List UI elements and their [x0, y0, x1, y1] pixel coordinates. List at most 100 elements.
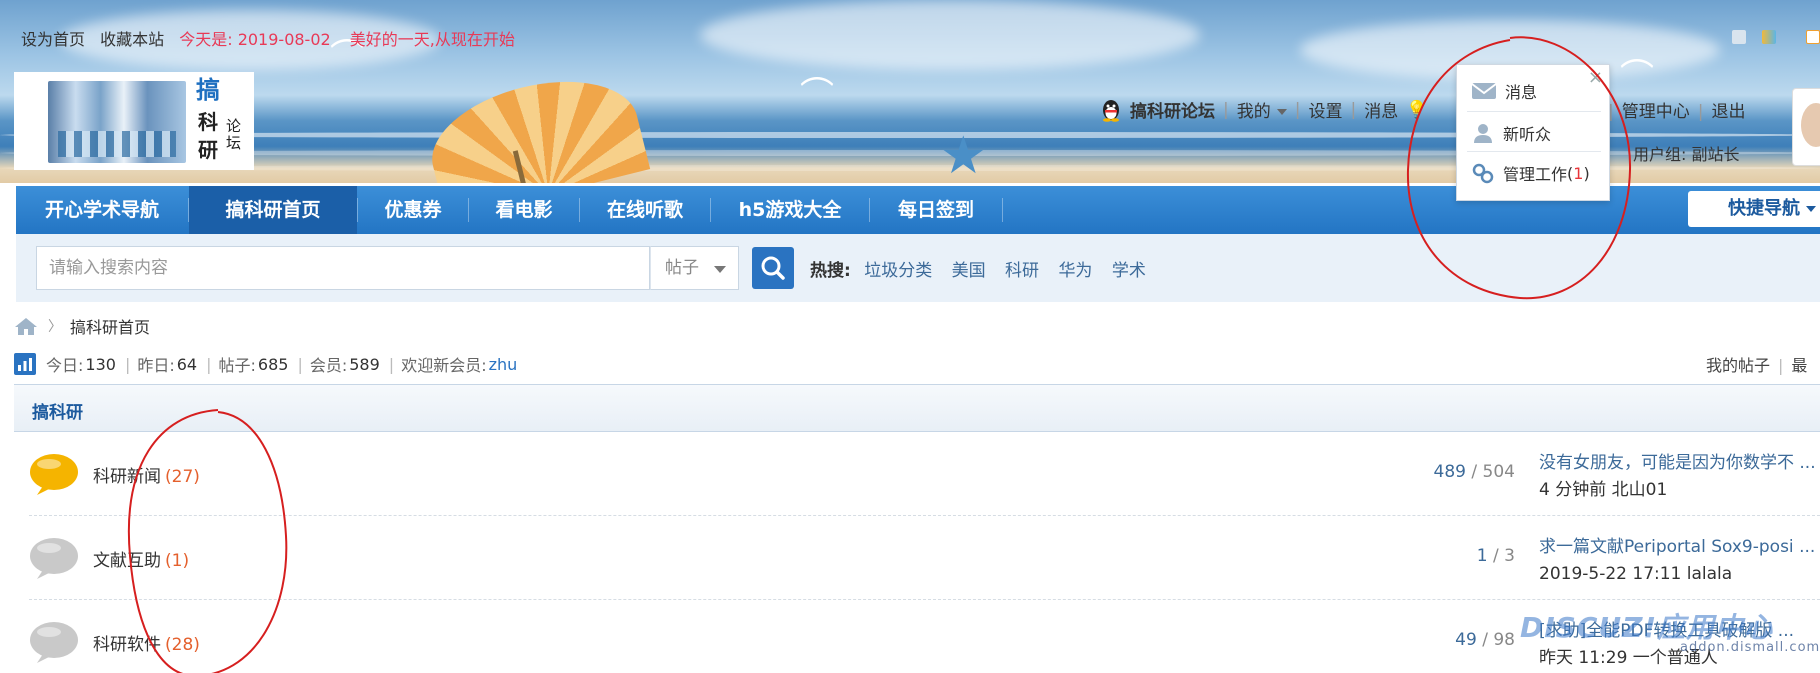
chevron-down-icon — [1276, 109, 1287, 115]
watermark-url: addon.dismall.com — [1680, 640, 1820, 655]
logo-photo — [48, 81, 186, 163]
logo-char: 搞 — [196, 76, 220, 104]
logo-char: 论坛 — [226, 117, 242, 153]
forum-name: 文献互助 — [93, 551, 161, 571]
popup-item-messages[interactable]: 消息 — [1457, 73, 1611, 109]
username-link[interactable]: 搞科研论坛 — [1130, 97, 1215, 122]
admin-center-link[interactable]: 管理中心 — [1622, 102, 1690, 122]
home-icon[interactable] — [14, 316, 38, 336]
forum-today-count: (1) — [165, 551, 190, 571]
forum-counts: 489 / 504 — [1433, 462, 1515, 482]
stat-posts: 685 — [257, 354, 289, 374]
hot-term[interactable]: 华为 — [1058, 261, 1092, 281]
newest-member-link[interactable]: zhu — [489, 355, 518, 374]
last-post-link[interactable]: 没有女朋友，可能是因为你数学不 ... — [1539, 450, 1816, 477]
admin-task-count: 1 — [1573, 163, 1584, 183]
site-logo[interactable]: 搞 科 研 论坛 — [14, 72, 254, 170]
hot-search-label: 热搜: — [810, 261, 851, 281]
seagull-icon: ⌒ — [800, 75, 834, 115]
hot-term[interactable]: 美国 — [952, 261, 986, 281]
search-icon — [761, 256, 785, 280]
qq-penguin-icon — [1103, 99, 1119, 122]
popup-item-followers[interactable]: 新听众 — [1457, 115, 1611, 151]
forum-name-link[interactable]: 科研软件 (28) — [93, 630, 200, 655]
stat-members: 589 — [349, 354, 380, 374]
latest-link[interactable]: 最 — [1791, 356, 1807, 375]
stat-today: 130 — [85, 354, 116, 374]
forum-name-link[interactable]: 科研新闻 (27) — [93, 462, 200, 487]
quick-nav-button[interactable]: 快捷导航 — [1688, 191, 1820, 227]
starfish-decoration: ★ — [940, 126, 987, 183]
section-title[interactable]: 搞科研 — [32, 398, 83, 423]
search-type-select[interactable]: 帖子 — [650, 246, 739, 290]
logo-char: 科 — [198, 110, 218, 134]
forum-today-count: (28) — [165, 635, 200, 655]
forum-counts: 49 / 98 — [1455, 630, 1515, 650]
settings-link[interactable]: 设置 — [1308, 97, 1342, 122]
hot-term[interactable]: 科研 — [1005, 261, 1039, 281]
hot-search: 热搜: 垃圾分类 美国 科研 华为 学术 — [810, 256, 1160, 281]
nav-item-home[interactable]: 搞科研首页 — [189, 186, 357, 234]
nav-item-games[interactable]: h5游戏大全 — [711, 186, 869, 234]
forum-row: 文献互助 (1) 1 / 3 求一篇文献Periportal Sox9-posi … — [29, 516, 1820, 600]
top-bar: 设为首页 收藏本站 今天是: 2019-08-02 美好的一天,从现在开始 — [21, 26, 515, 50]
breadcrumb-current[interactable]: 搞科研首页 — [70, 314, 150, 338]
set-home-link[interactable]: 设为首页 — [21, 30, 85, 49]
speech-bubble-icon — [30, 538, 78, 579]
section-header: 搞科研 — [14, 384, 1820, 432]
chevron-down-icon — [714, 266, 726, 273]
logout-link[interactable]: 退出 — [1711, 102, 1745, 122]
palette-icon[interactable] — [1762, 30, 1776, 44]
bookmark-link[interactable]: 收藏本站 — [100, 30, 164, 49]
search-type-value: 帖子 — [665, 258, 699, 278]
lightbulb-icon[interactable]: 💡 — [1406, 100, 1427, 120]
search-input[interactable] — [36, 246, 650, 290]
stat-yesterday: 64 — [176, 354, 198, 374]
notification-popup: × 消息 新听众 管理工作(1) — [1456, 64, 1610, 201]
chevron-right-icon: 〉 — [48, 319, 62, 335]
chevron-down-icon — [1806, 206, 1816, 212]
messages-link[interactable]: 消息 — [1364, 97, 1398, 122]
link-icon — [1472, 163, 1494, 184]
forum-today-count: (27) — [165, 467, 200, 487]
nav-item-movies[interactable]: 看电影 — [469, 186, 579, 234]
thread-count: 1 — [1476, 546, 1488, 566]
theme-icon[interactable] — [1732, 30, 1746, 44]
my-menu[interactable]: 我的 — [1237, 97, 1287, 122]
logo-char: 研 — [198, 138, 218, 162]
stat-label: 昨日: — [137, 356, 175, 375]
last-post-link[interactable]: 求一篇文献Periportal Sox9-posi ... — [1539, 534, 1815, 561]
last-post-meta: 4 分钟前 北山01 — [1539, 480, 1668, 500]
watermark: DISCUZ!应用中心 addon.dismall.com — [1520, 606, 1819, 655]
nav-item-checkin[interactable]: 每日签到 — [870, 186, 1002, 234]
popup-item-label: 管理工作 — [1503, 165, 1568, 184]
my-posts-link[interactable]: 我的帖子 — [1706, 356, 1770, 375]
popup-item-admin-tasks[interactable]: 管理工作(1) — [1457, 155, 1611, 191]
popup-item-label: 新听众 — [1503, 125, 1552, 144]
hot-term[interactable]: 垃圾分类 — [864, 261, 932, 281]
post-count: 504 — [1482, 462, 1515, 482]
stat-label: 会员: — [309, 356, 348, 375]
forum-name: 科研软件 — [93, 635, 161, 655]
speech-bubble-icon — [30, 454, 78, 495]
popup-item-label: 消息 — [1505, 83, 1538, 102]
hot-term[interactable]: 学术 — [1112, 261, 1146, 281]
download-icon[interactable] — [1806, 30, 1820, 44]
thread-count: 49 — [1455, 630, 1477, 650]
forum-name: 科研新闻 — [93, 467, 161, 487]
forum-counts: 1 / 3 — [1476, 546, 1515, 566]
stat-label: 今日: — [46, 356, 84, 375]
search-button[interactable] — [752, 247, 794, 289]
thread-count: 489 — [1433, 462, 1466, 482]
breadcrumb: 〉 搞科研首页 — [14, 314, 150, 338]
stat-label: 帖子: — [218, 356, 256, 375]
nav-item-coupons[interactable]: 优惠券 — [358, 186, 468, 234]
nav-item-academic[interactable]: 开心学术导航 — [16, 186, 188, 234]
stat-label: 欢迎新会员: — [401, 356, 487, 375]
post-count: 98 — [1493, 630, 1515, 650]
bar-chart-icon — [14, 353, 36, 375]
avatar[interactable] — [1792, 88, 1820, 166]
nav-item-music[interactable]: 在线听歌 — [580, 186, 710, 234]
forum-name-link[interactable]: 文献互助 (1) — [93, 546, 189, 571]
forum-stats: 今日: 130 | 昨日: 64 | 帖子: 685 | 会员: 589 | 欢迎新会员… — [14, 352, 517, 376]
